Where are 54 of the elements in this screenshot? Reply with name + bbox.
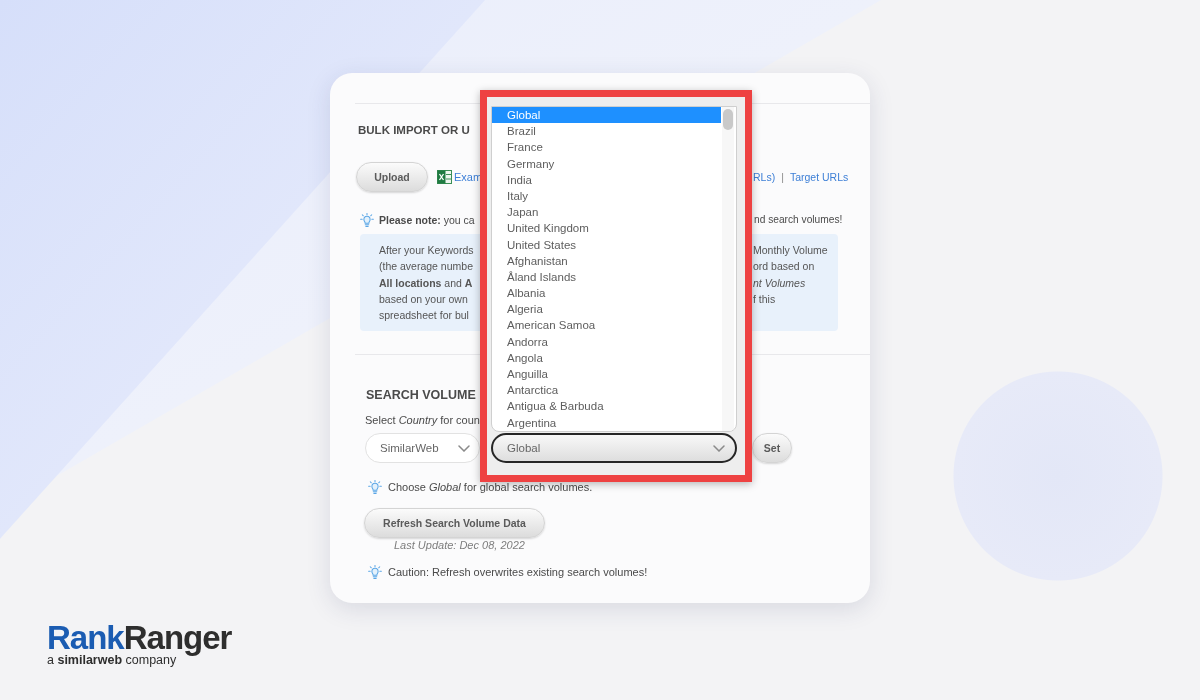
note-text: Please note: you ca <box>379 213 475 227</box>
dropdown-option[interactable]: Åland Islands <box>492 268 721 286</box>
caution-text: Caution: Refresh overwrites existing search volumes! <box>388 565 648 579</box>
info-text: After your Keywords <box>379 243 474 258</box>
link[interactable]: RLs) <box>753 170 776 184</box>
info-text: spreadsheet for bul <box>379 308 469 324</box>
last-update-text: Last Update: Dec 08, 2022 <box>393 538 525 552</box>
dropdown-option[interactable]: Japan <box>492 204 721 221</box>
dropdown-option[interactable]: France <box>492 139 721 156</box>
dropdown-option[interactable]: Argentina <box>492 414 721 431</box>
info-text: f this <box>753 291 776 307</box>
lightbulb-icon <box>368 480 382 494</box>
set-button[interactable]: Set <box>752 433 792 463</box>
brand-tagline: a similarweb company <box>47 653 177 667</box>
scrollbar[interactable] <box>722 107 734 431</box>
dropdown-option[interactable]: Afghanistan <box>492 252 721 269</box>
dropdown-option[interactable]: Brazil <box>492 123 721 140</box>
dropdown-option[interactable]: United States <box>492 236 721 253</box>
tip-text: Choose Global for global search volumes. <box>388 480 593 494</box>
dropdown-option[interactable]: United Kingdom <box>492 220 721 237</box>
dropdown-option[interactable]: Germany <box>492 155 721 172</box>
note-text: nd search volumes! <box>754 213 843 227</box>
dropdown-option[interactable]: Algeria <box>492 301 721 318</box>
info-text: Monthly Volume <box>753 243 828 258</box>
country-listbox[interactable]: Global Brazil France Germany India Italy Japan United Kingdom United States Afghanistan Åland Islands Albania Algeria American Samoa Andorra Angola Anguilla Antarctica Antigua & Barbuda Argentina <box>491 106 737 432</box>
lightbulb-icon <box>368 565 382 579</box>
section-heading: BULK IMPORT OR U <box>357 123 470 137</box>
info-text: (the average numbe <box>379 259 473 275</box>
info-text: nt Volumes <box>753 275 806 291</box>
dropdown-option[interactable]: Albania <box>492 285 721 302</box>
dropdown-option[interactable]: Antarctica <box>492 382 721 399</box>
info-text: based on your own <box>379 291 468 307</box>
dropdown-option[interactable]: Italy <box>492 187 721 205</box>
spreadsheet-icon <box>437 170 452 184</box>
target-urls-link[interactable]: Target URLs <box>789 170 849 184</box>
info-text: All locations and A <box>379 275 473 291</box>
dropdown-option[interactable]: Andorra <box>492 333 721 350</box>
country-select[interactable]: Global <box>491 433 737 463</box>
lightbulb-icon <box>360 213 374 227</box>
section-heading: SEARCH VOLUME <box>365 387 476 403</box>
source-select[interactable]: SimilarWeb <box>365 433 480 463</box>
upload-button[interactable]: Upload <box>356 162 428 192</box>
separator: | <box>781 170 784 184</box>
dropdown-option[interactable]: Antigua & Barbuda <box>492 398 721 415</box>
instruction-text: Select Country for coun <box>365 413 480 427</box>
info-text: ord based on <box>753 259 815 275</box>
scrollbar-thumb[interactable] <box>723 109 733 130</box>
refresh-button[interactable]: Refresh Search Volume Data <box>364 508 545 538</box>
chevron-down-icon <box>458 444 470 452</box>
dropdown-option[interactable]: Angola <box>492 349 721 366</box>
dropdown-option[interactable]: Anguilla <box>492 366 721 383</box>
chevron-down-icon <box>713 444 725 452</box>
dropdown-option[interactable]: American Samoa <box>492 317 721 334</box>
dropdown-option[interactable]: India <box>492 171 721 188</box>
